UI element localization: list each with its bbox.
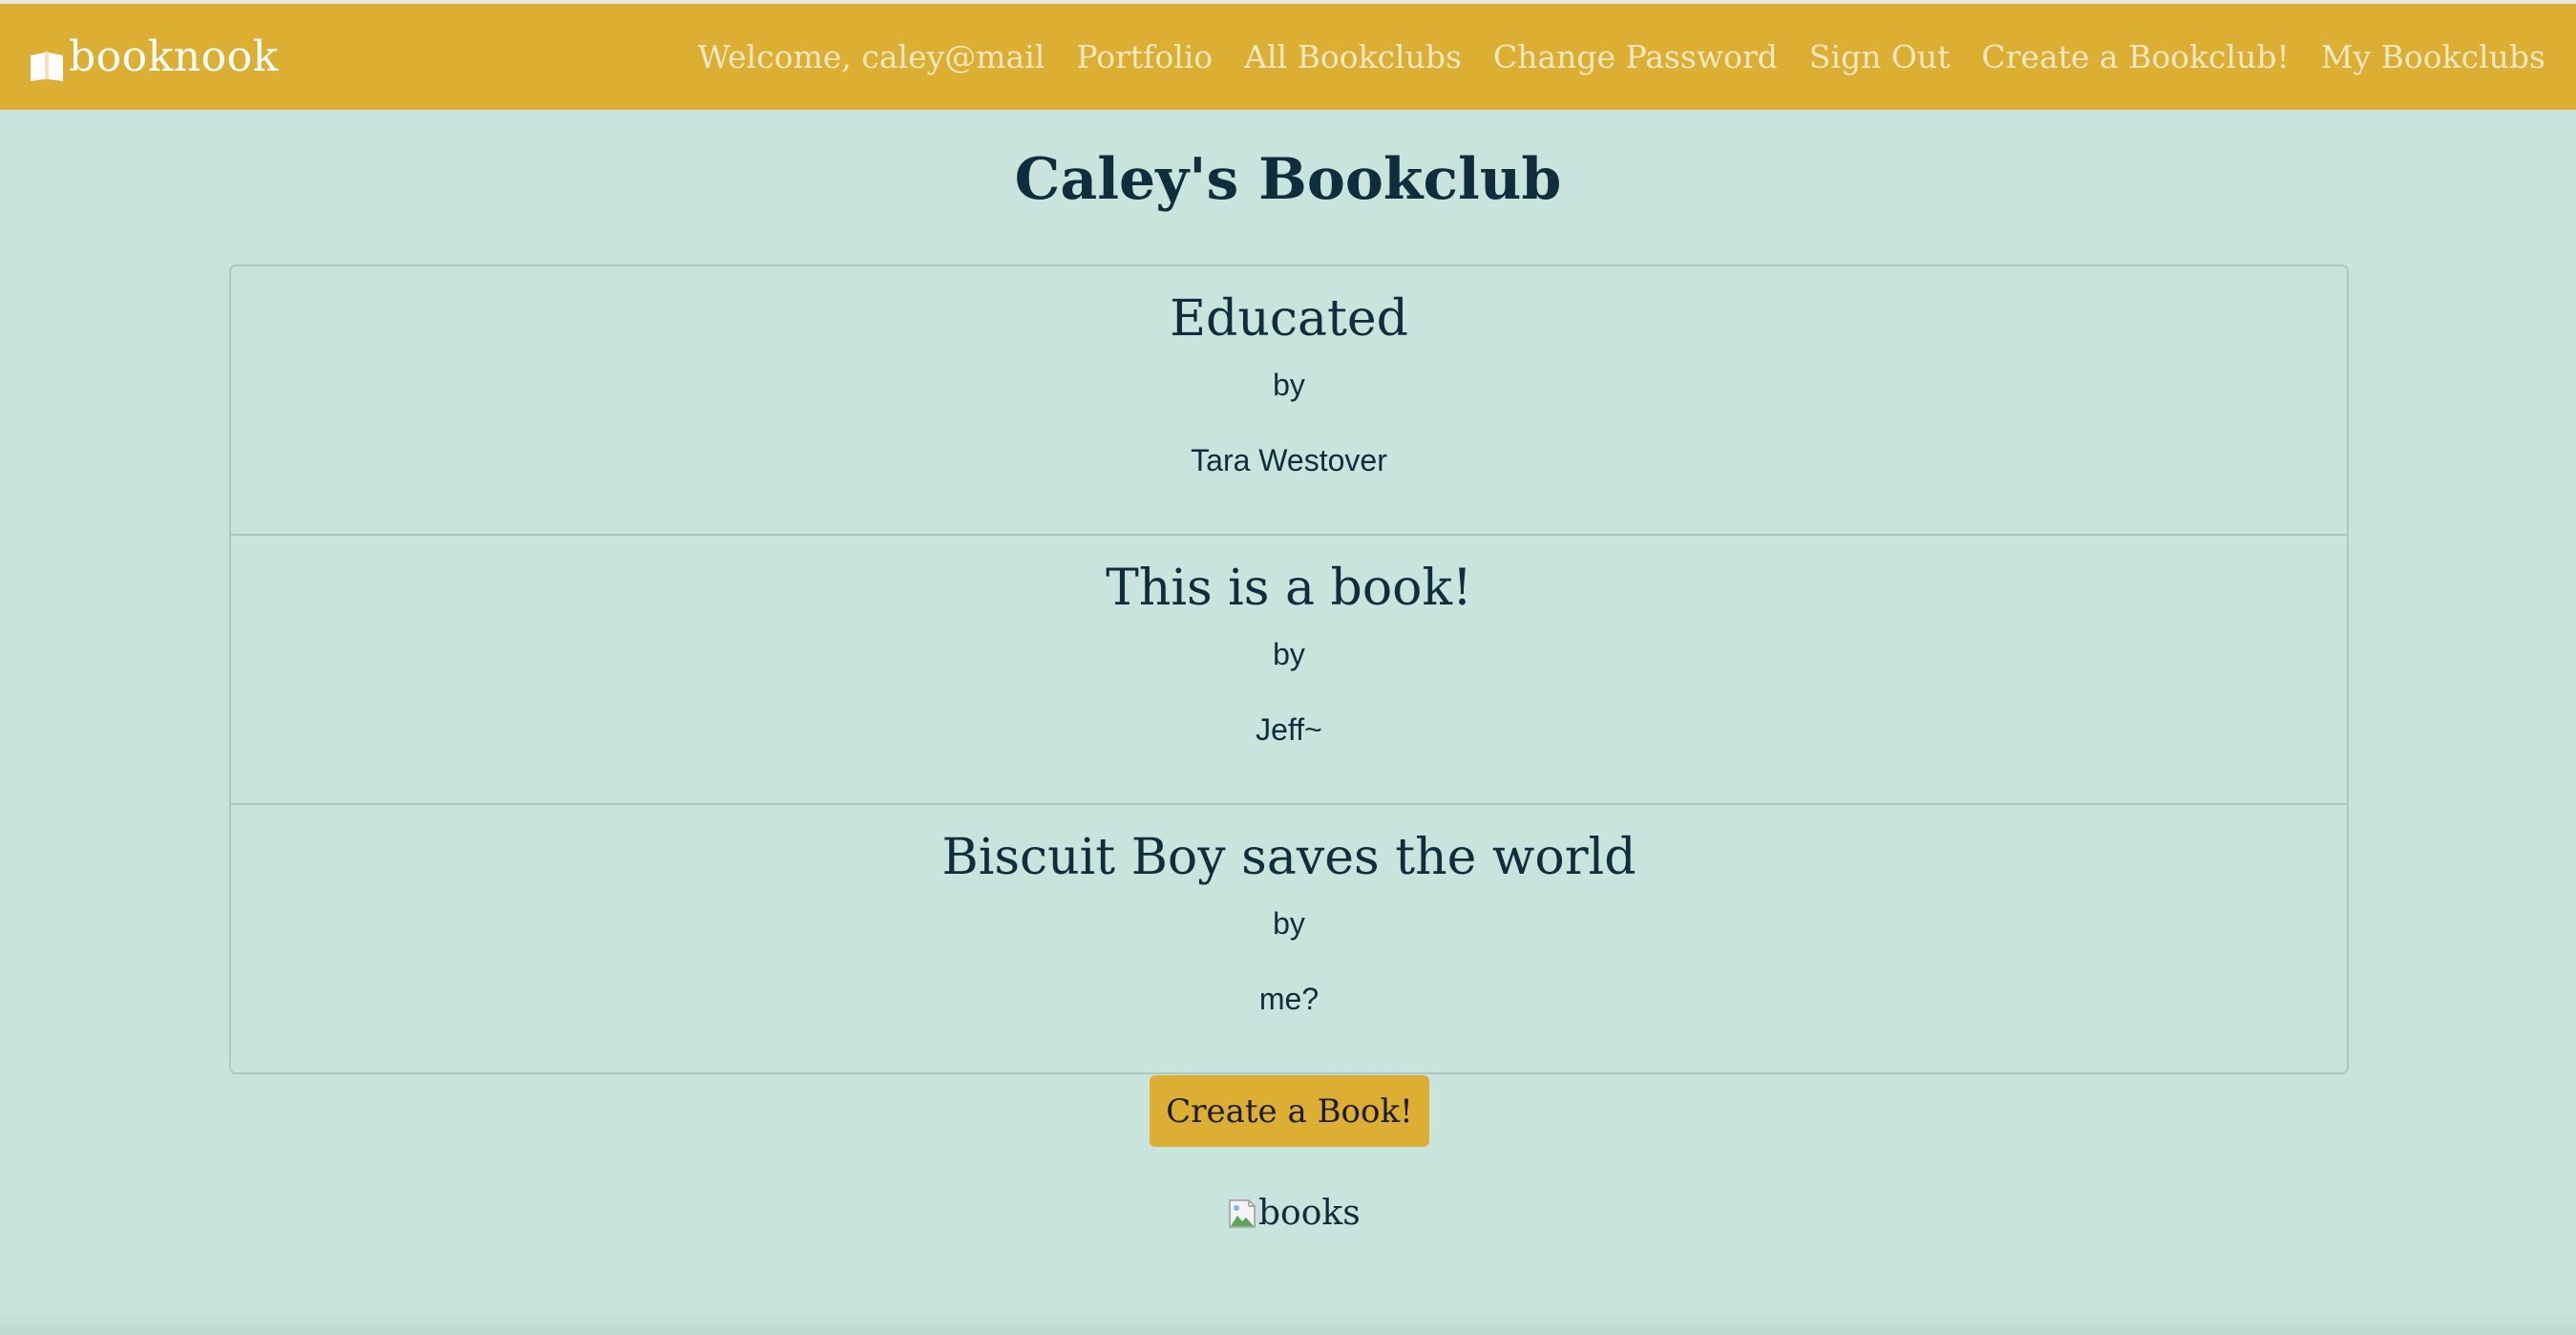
book-by-label: by xyxy=(1273,906,1305,941)
page-bottom-shade xyxy=(0,1310,2576,1335)
book-item[interactable]: Biscuit Boy saves the world by me? xyxy=(231,805,2347,1072)
book-author: me? xyxy=(1258,982,1320,1016)
book-by-label: by xyxy=(1273,368,1305,402)
nav-my-bookclubs[interactable]: My Bookclubs xyxy=(2321,38,2545,75)
book-title: This is a book! xyxy=(1106,560,1472,617)
broken-image-icon xyxy=(1228,1197,1256,1229)
nav-welcome[interactable]: Welcome, caley@mail xyxy=(698,38,1045,75)
book-item[interactable]: This is a book! by Jeff~ xyxy=(231,536,2347,805)
nav-links: Welcome, caley@mail Portfolio All Bookcl… xyxy=(698,38,2545,75)
create-book-button[interactable]: Create a Book! xyxy=(1150,1075,1429,1147)
nav-all-bookclubs[interactable]: All Bookclubs xyxy=(1244,38,1462,75)
book-author: Jeff~ xyxy=(1256,712,1322,747)
books-image: books xyxy=(1228,1190,1361,1236)
book-list: Educated by Tara Westover This is a book… xyxy=(229,265,2349,1074)
nav-portfolio[interactable]: Portfolio xyxy=(1076,38,1213,75)
nav-change-password[interactable]: Change Password xyxy=(1493,38,1778,75)
book-by-label: by xyxy=(1273,637,1305,671)
brand-link[interactable]: booknook xyxy=(29,32,279,81)
book-title: Educated xyxy=(1170,290,1408,348)
open-book-icon xyxy=(29,44,65,81)
book-author: Tara Westover xyxy=(1191,443,1387,477)
nav-create-bookclub[interactable]: Create a Bookclub! xyxy=(1981,38,2289,75)
books-image-alt: books xyxy=(1258,1193,1361,1233)
book-item[interactable]: Educated by Tara Westover xyxy=(231,266,2347,536)
navbar: booknook Welcome, caley@mail Portfolio A… xyxy=(0,4,2576,110)
nav-sign-out[interactable]: Sign Out xyxy=(1809,38,1951,75)
page-title: Caley's Bookclub xyxy=(1014,146,1562,213)
brand-name: booknook xyxy=(69,32,279,81)
book-title: Biscuit Boy saves the world xyxy=(941,829,1636,886)
